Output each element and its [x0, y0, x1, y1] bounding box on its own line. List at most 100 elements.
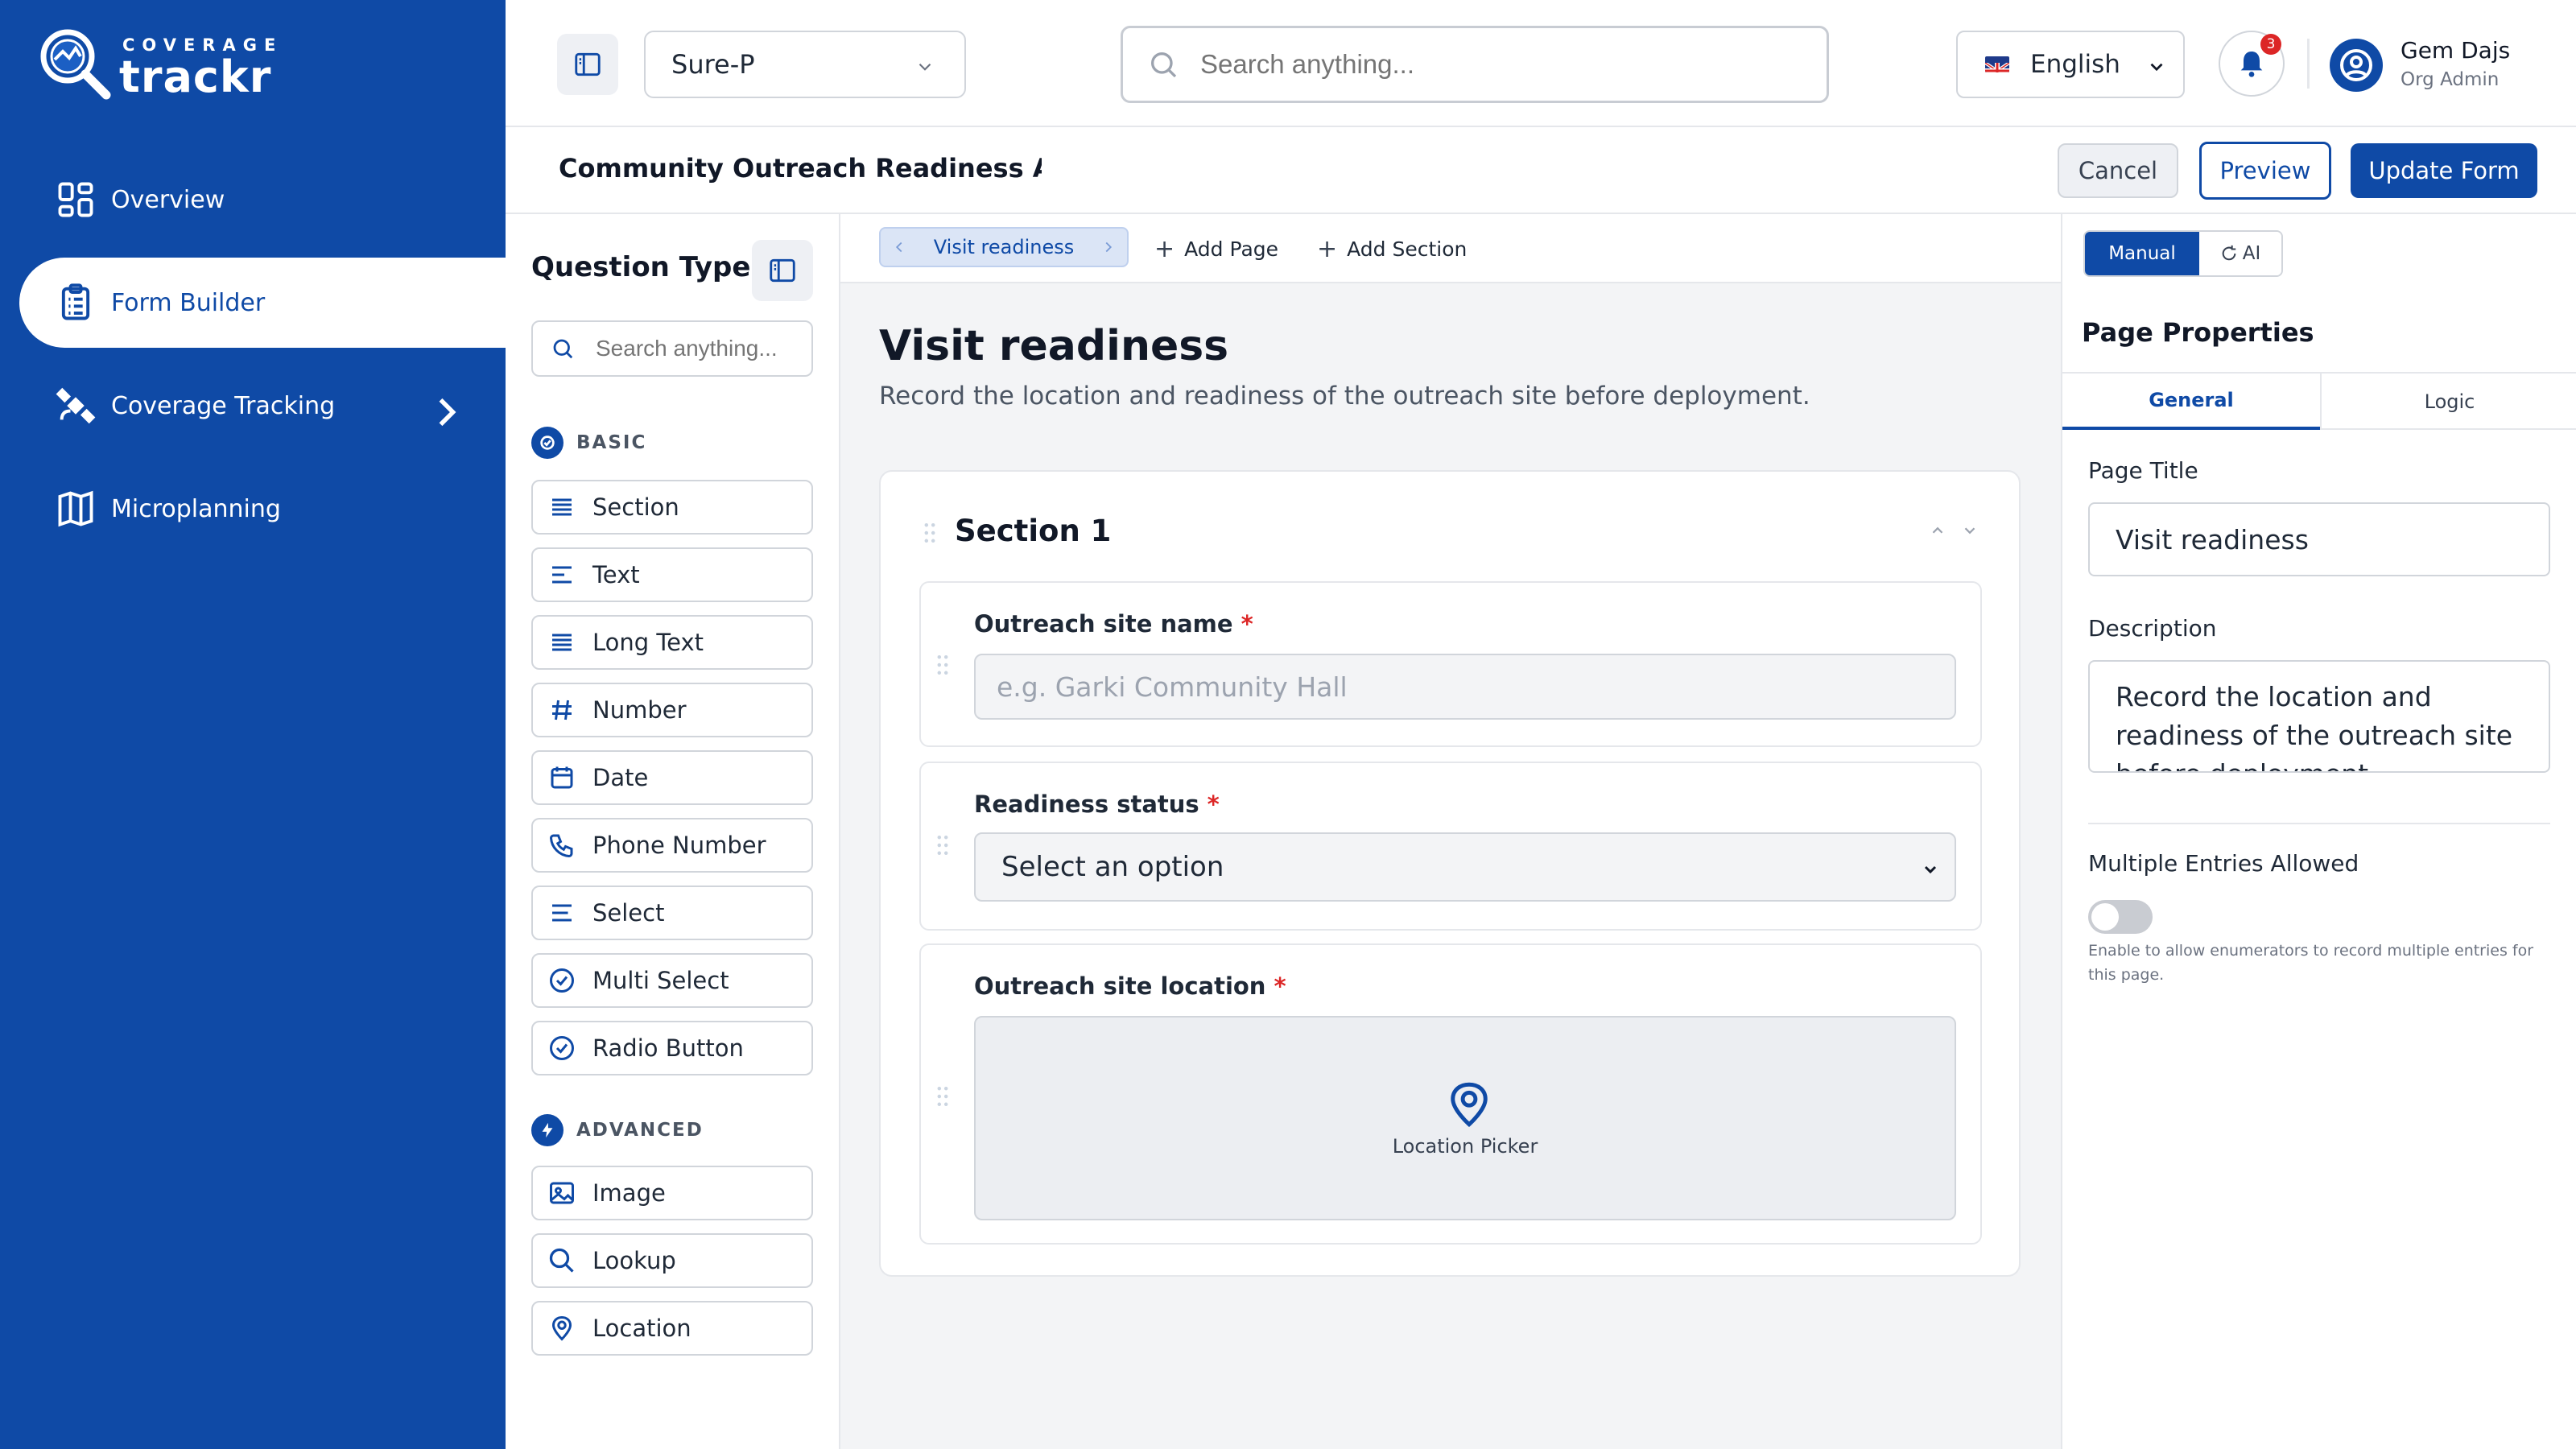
- form-canvas: Visit readiness + Add Page + Add Section V…: [840, 214, 2061, 1449]
- update-form-button[interactable]: Update Form: [2351, 143, 2537, 198]
- question-type-label: Location: [592, 1315, 691, 1342]
- chevron-right-icon: [439, 398, 456, 427]
- question-type-label: Image: [592, 1179, 666, 1207]
- uk-flag-icon: [1985, 56, 2009, 72]
- question-type-location[interactable]: Location: [531, 1301, 813, 1356]
- check-circle-icon: [550, 968, 574, 993]
- global-search-input[interactable]: [1200, 49, 1812, 80]
- divider: [2307, 39, 2310, 89]
- chevron-down-icon: [919, 63, 931, 71]
- category-advanced: ADVANCED: [531, 1114, 704, 1146]
- panel-left-icon: [575, 52, 601, 76]
- question-search-input[interactable]: [596, 336, 805, 361]
- outreach-site-name-input[interactable]: e.g. Garki Community Hall: [974, 654, 1956, 720]
- question-type-number[interactable]: Number: [531, 683, 813, 737]
- readiness-status-select[interactable]: Select an option: [974, 832, 1956, 902]
- field-label: Outreach site name *: [974, 610, 1253, 638]
- project-select[interactable]: Sure-P: [644, 31, 966, 98]
- search-icon: [553, 339, 573, 359]
- select-placeholder: Select an option: [1001, 851, 1224, 883]
- page-title-input[interactable]: Visit readiness: [2088, 502, 2550, 576]
- sidebar-item-overview[interactable]: Overview: [19, 155, 506, 245]
- drag-handle-icon[interactable]: [923, 522, 937, 544]
- lines-icon: [552, 498, 572, 516]
- divider: [2088, 823, 2550, 824]
- panel-toggle-button[interactable]: [752, 240, 813, 301]
- chevron-up-icon[interactable]: [1929, 522, 1946, 539]
- top-bar: Sure-P English 3 Gem Dajs Org Admin: [506, 0, 2576, 127]
- category-basic: BASIC: [531, 427, 646, 459]
- clipboard-icon: [61, 283, 90, 320]
- chevron-left-icon[interactable]: [890, 238, 908, 256]
- user-circle-icon: [2340, 49, 2372, 81]
- field-label-text: Readiness status: [974, 791, 1199, 818]
- required-marker: *: [1207, 791, 1220, 818]
- brand-logo[interactable]: COVERAGE trackr: [39, 24, 275, 102]
- preview-button[interactable]: Preview: [2199, 142, 2331, 200]
- ai-mode-button[interactable]: AI: [2199, 232, 2281, 275]
- add-section-button[interactable]: + Add Section: [1317, 235, 1467, 263]
- tab-logic[interactable]: Logic: [2320, 374, 2576, 430]
- search-icon: [1151, 52, 1177, 78]
- question-type-section[interactable]: Section: [531, 480, 813, 535]
- drag-handle-icon[interactable]: [935, 834, 950, 857]
- text-align-icon: [552, 566, 572, 584]
- section-collapse-controls: [1929, 522, 1979, 539]
- sidebar-item-microplanning[interactable]: Microplanning: [19, 464, 506, 554]
- question-type-date[interactable]: Date: [531, 750, 813, 805]
- add-page-label: Add Page: [1184, 237, 1279, 261]
- question-type-label: Lookup: [592, 1247, 676, 1274]
- chevron-right-icon[interactable]: [1100, 238, 1117, 256]
- sidebar-item-label: Coverage Tracking: [111, 391, 336, 420]
- question-type-multi-select[interactable]: Multi Select: [531, 953, 813, 1008]
- add-page-button[interactable]: + Add Page: [1154, 235, 1278, 263]
- sidebar-item-label: Overview: [111, 185, 225, 214]
- question-type-text[interactable]: Text: [531, 547, 813, 602]
- sidebar-item-coverage-tracking[interactable]: Coverage Tracking: [19, 361, 506, 451]
- required-marker: *: [1241, 610, 1253, 638]
- properties-heading: Page Properties: [2082, 317, 2314, 348]
- sidebar: COVERAGE trackr Overview Form Builder Co…: [0, 0, 506, 1449]
- field-card-readiness-status[interactable]: Readiness status * Select an option: [919, 762, 1982, 931]
- description-textarea[interactable]: Record the location and readiness of the…: [2088, 660, 2550, 773]
- grid-icon: [58, 182, 93, 217]
- sidebar-item-form-builder[interactable]: Form Builder: [19, 258, 506, 348]
- question-type-select[interactable]: Select: [531, 886, 813, 940]
- multiple-entries-help: Enable to allow enumerators to record mu…: [2088, 942, 2534, 984]
- cancel-button[interactable]: Cancel: [2058, 143, 2178, 198]
- question-type-image[interactable]: Image: [531, 1166, 813, 1220]
- question-type-label: Text: [592, 561, 640, 588]
- language-value: English: [2030, 50, 2120, 79]
- drag-handle-icon[interactable]: [935, 654, 950, 676]
- bell-icon: [2240, 52, 2263, 77]
- project-select-value: Sure-P: [671, 49, 755, 80]
- hash-icon: [552, 700, 572, 720]
- multiple-entries-toggle[interactable]: [2088, 900, 2153, 934]
- question-type-label: Section: [592, 493, 679, 521]
- tab-general[interactable]: General: [2062, 374, 2320, 430]
- manual-mode-button[interactable]: Manual: [2085, 232, 2199, 275]
- field-label: Readiness status *: [974, 791, 1220, 818]
- question-type-lookup[interactable]: Lookup: [531, 1233, 813, 1288]
- chevron-down-icon[interactable]: [1961, 522, 1979, 539]
- question-type-radio-button[interactable]: Radio Button: [531, 1021, 813, 1075]
- section-title: Section 1: [955, 514, 1112, 548]
- question-type-phone-number[interactable]: Phone Number: [531, 818, 813, 873]
- image-icon: [550, 1182, 574, 1204]
- field-card-outreach-site-name[interactable]: Outreach site name * e.g. Garki Community…: [919, 581, 1982, 747]
- toggle-knob: [2091, 903, 2119, 931]
- question-type-long-text[interactable]: Long Text: [531, 615, 813, 670]
- drag-handle-icon[interactable]: [935, 1085, 950, 1108]
- location-picker[interactable]: Location Picker: [974, 1016, 1956, 1220]
- page-tab-visit-readiness[interactable]: Visit readiness: [879, 227, 1129, 267]
- language-select[interactable]: English: [1956, 31, 2185, 98]
- notification-count-badge: 3: [2260, 34, 2281, 55]
- sidebar-item-label: Microplanning: [111, 494, 281, 523]
- field-label: Outreach site location *: [974, 972, 1286, 1000]
- field-card-outreach-site-location[interactable]: Outreach site location * Location Picker: [919, 943, 1982, 1245]
- question-type-panel: Question Type BASIC Section Text Long Te…: [506, 214, 840, 1449]
- page-title-label: Page Title: [2088, 457, 2198, 484]
- avatar[interactable]: [2330, 39, 2383, 92]
- sidebar-toggle-button[interactable]: [557, 34, 618, 95]
- calendar-icon: [551, 766, 573, 789]
